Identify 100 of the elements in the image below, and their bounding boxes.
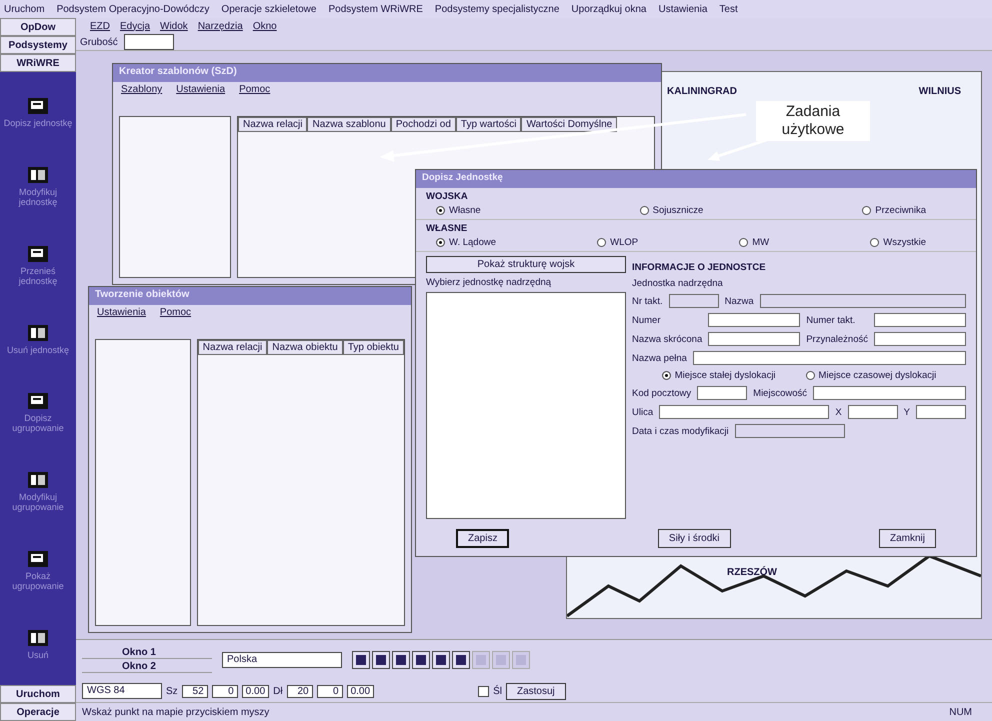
toolbar-button[interactable] — [352, 651, 370, 669]
toolbar-button[interactable] — [432, 651, 450, 669]
radio-dot[interactable] — [739, 238, 748, 247]
toolbar-button[interactable] — [412, 651, 430, 669]
input-field[interactable] — [916, 405, 966, 419]
book-icon[interactable] — [27, 629, 49, 648]
column-header[interactable]: Pochodzi od — [390, 117, 456, 132]
radio-dot[interactable] — [862, 206, 872, 215]
tool-label[interactable]: Dopisz jednostkę — [3, 118, 73, 128]
toolbar-button[interactable] — [392, 651, 410, 669]
region-combo[interactable]: Polska — [222, 652, 342, 668]
input-field[interactable]: 0.00 — [242, 684, 270, 698]
window-list-item[interactable]: Okno 1 — [82, 647, 212, 659]
menu-item[interactable]: Podsystem WRiWRE — [328, 4, 423, 14]
show-structure-button[interactable]: Pokaż strukturę wojsk — [426, 256, 626, 273]
datum-combo[interactable]: WGS 84 — [82, 683, 162, 699]
column-header[interactable]: Typ obiektu — [342, 340, 404, 355]
menu-item[interactable]: Operacje szkieletowe — [221, 4, 316, 14]
menu-item[interactable]: Szablony — [121, 84, 162, 98]
tool-label[interactable]: Usuń jednostkę — [3, 344, 73, 355]
radio-dot[interactable] — [806, 371, 815, 380]
menu-item[interactable]: Uruchom — [4, 4, 45, 14]
checkbox[interactable]: Śl — [478, 686, 502, 696]
book-icon[interactable] — [27, 471, 49, 490]
column-header[interactable]: Nazwa relacji — [238, 117, 308, 132]
input-field[interactable]: 0 — [316, 684, 343, 698]
menu-item[interactable]: Ustawienia — [176, 84, 226, 98]
menu-item[interactable]: Edycja — [120, 20, 150, 32]
thickness-combo[interactable] — [124, 34, 174, 50]
tool-label[interactable]: Modyfikuj jednostkę — [3, 186, 73, 207]
tool-label[interactable]: Przenieś jednostkę — [3, 266, 73, 286]
input-field[interactable] — [874, 332, 966, 346]
radio-dot[interactable] — [640, 206, 649, 215]
column-header[interactable]: Nazwa obiektu — [267, 340, 343, 355]
menu-item[interactable]: Ustawienia — [97, 307, 146, 321]
radio-dot[interactable] — [597, 238, 606, 247]
column-header[interactable]: Typ wartości — [456, 117, 522, 132]
radio-dot[interactable] — [436, 238, 445, 247]
menu-item[interactable]: Pomoc — [160, 307, 192, 321]
radio-button[interactable]: MW — [739, 237, 770, 248]
radio-dot[interactable] — [870, 238, 880, 247]
radio-button[interactable]: Przeciwnika — [862, 205, 926, 216]
card-icon[interactable] — [27, 550, 49, 568]
tree-pane[interactable] — [119, 116, 231, 278]
column-header[interactable]: Wartości Domyślne — [521, 117, 618, 132]
menu-item[interactable]: Ustawienia — [658, 4, 708, 14]
input-field[interactable] — [708, 313, 800, 327]
menu-item[interactable]: Widok — [160, 20, 188, 32]
input-field[interactable]: 0.00 — [346, 684, 374, 698]
radio-button[interactable]: Wszystkie — [870, 237, 926, 248]
input-field[interactable]: 20 — [286, 684, 313, 698]
column-header[interactable]: Nazwa relacji — [198, 340, 268, 355]
radio-button[interactable]: Miejsce czasowej dyslokacji — [806, 370, 936, 381]
radio-dot[interactable] — [436, 206, 445, 215]
dialog-button[interactable]: Siły i środki — [658, 529, 730, 548]
radio-button[interactable]: Miejsce stałej dyslokacji — [662, 370, 776, 381]
tree-pane[interactable] — [95, 339, 191, 626]
menu-item[interactable]: Narzędzia — [198, 20, 243, 32]
input-field[interactable] — [708, 332, 800, 346]
apply-button[interactable]: Zastosuj — [506, 682, 566, 700]
dialog-button[interactable]: Zamknij — [878, 529, 936, 548]
card-icon[interactable] — [27, 96, 49, 115]
book-icon[interactable] — [27, 166, 49, 184]
input-field[interactable] — [874, 313, 966, 327]
input-field[interactable] — [697, 386, 748, 400]
sidebar-tab[interactable]: Operacje — [0, 703, 76, 721]
dialog-button[interactable]: Zapisz — [456, 529, 510, 548]
sidebar-tab[interactable]: OpDow — [0, 18, 76, 36]
menu-item[interactable]: Podsystem Operacyjno-Dowódczy — [56, 4, 210, 14]
sidebar-tab[interactable]: Uruchom — [0, 685, 76, 703]
column-header[interactable]: Nazwa szablonu — [307, 117, 391, 132]
tool-label[interactable]: Dopisz ugrupowanie — [3, 413, 73, 434]
input-field[interactable] — [692, 351, 966, 365]
sidebar-tab[interactable]: Podsystemy — [0, 36, 76, 54]
toolbar-button[interactable] — [372, 651, 390, 669]
window-list-item[interactable]: Okno 2 — [82, 661, 212, 673]
card-icon[interactable] — [27, 244, 49, 263]
input-field[interactable]: 52 — [182, 684, 208, 698]
tool-label[interactable]: Pokaż ugrupowanie — [3, 571, 73, 592]
radio-button[interactable]: WLOP — [597, 237, 638, 248]
sidebar-tab[interactable]: WRiWRE — [0, 54, 76, 72]
menu-item[interactable]: Uporządkuj okna — [571, 4, 646, 14]
menu-item[interactable]: Pomoc — [239, 84, 270, 98]
radio-dot[interactable] — [662, 371, 671, 380]
menu-item[interactable]: EZD — [90, 20, 110, 32]
tool-label[interactable]: Modyfikuj ugrupowanie — [3, 492, 73, 512]
radio-button[interactable]: Sojusznicze — [640, 205, 704, 216]
radio-button[interactable]: W. Lądowe — [436, 237, 496, 248]
input-field[interactable] — [659, 405, 830, 419]
input-field[interactable]: 0 — [212, 684, 238, 698]
menu-item[interactable]: Test — [719, 4, 738, 14]
input-field[interactable] — [848, 405, 898, 419]
radio-button[interactable]: Własne — [436, 205, 481, 216]
book-icon[interactable] — [27, 324, 49, 342]
toolbar-button[interactable] — [452, 651, 470, 669]
menu-item[interactable]: Podsystemy specjalistyczne — [434, 4, 560, 14]
input-field[interactable] — [813, 386, 966, 400]
menu-item[interactable]: Okno — [252, 20, 277, 32]
card-icon[interactable] — [27, 392, 49, 410]
tool-label[interactable]: Usuń — [3, 650, 73, 660]
